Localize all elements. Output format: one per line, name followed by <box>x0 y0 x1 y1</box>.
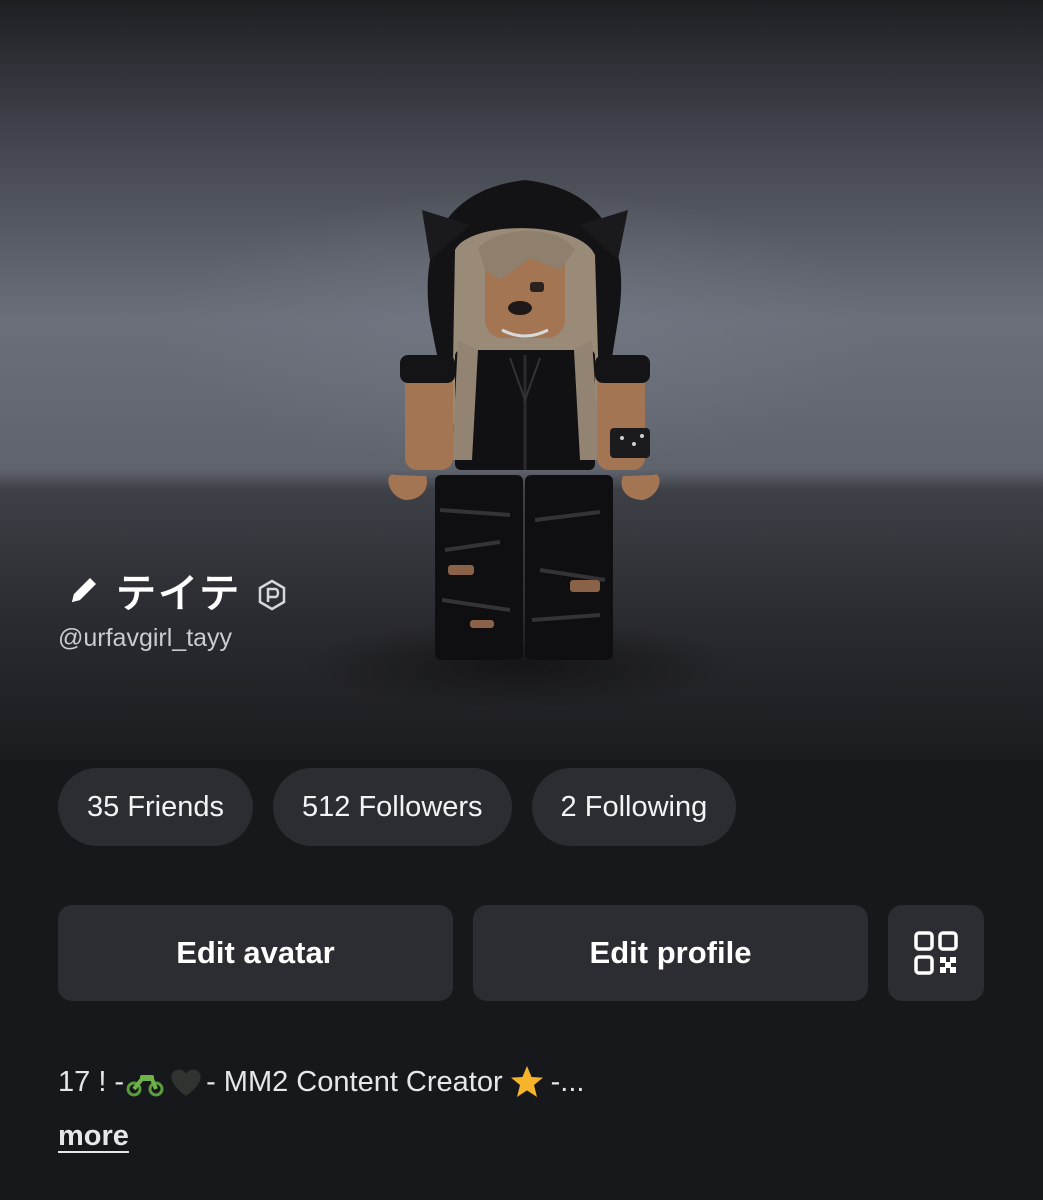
qr-code-icon <box>914 931 958 975</box>
bio-middle: - MM2 Content Creator <box>206 1065 503 1098</box>
friends-button[interactable]: 35 Friends <box>58 768 254 846</box>
edit-profile-button[interactable]: Edit profile <box>473 905 868 1001</box>
pencil-icon[interactable] <box>66 572 102 608</box>
username: @urfavgirl_tayy <box>58 624 233 652</box>
star-icon <box>510 1066 543 1097</box>
following-button[interactable]: 2 Following <box>531 768 737 846</box>
bio-text: 17 ! - - MM2 Content Creator -... <box>58 1064 584 1100</box>
display-name-row: テイテ <box>66 560 289 620</box>
black-heart-icon <box>171 1069 201 1096</box>
bio-prefix: 17 ! - <box>58 1065 125 1098</box>
stats-row: 35 Friends 512 Followers 2 Following <box>58 768 737 846</box>
qr-code-button[interactable] <box>888 905 984 1001</box>
edit-avatar-button[interactable]: Edit avatar <box>58 905 453 1001</box>
avatar-figure <box>388 180 660 660</box>
bio-more-link[interactable]: more <box>58 1120 129 1153</box>
motorcycle-icon <box>126 1075 164 1097</box>
action-row: Edit avatar Edit profile <box>58 905 984 1001</box>
followers-button[interactable]: 512 Followers <box>273 768 512 846</box>
bio-suffix: -... <box>550 1065 585 1098</box>
display-name: テイテ <box>116 571 242 617</box>
premium-icon <box>258 579 286 611</box>
